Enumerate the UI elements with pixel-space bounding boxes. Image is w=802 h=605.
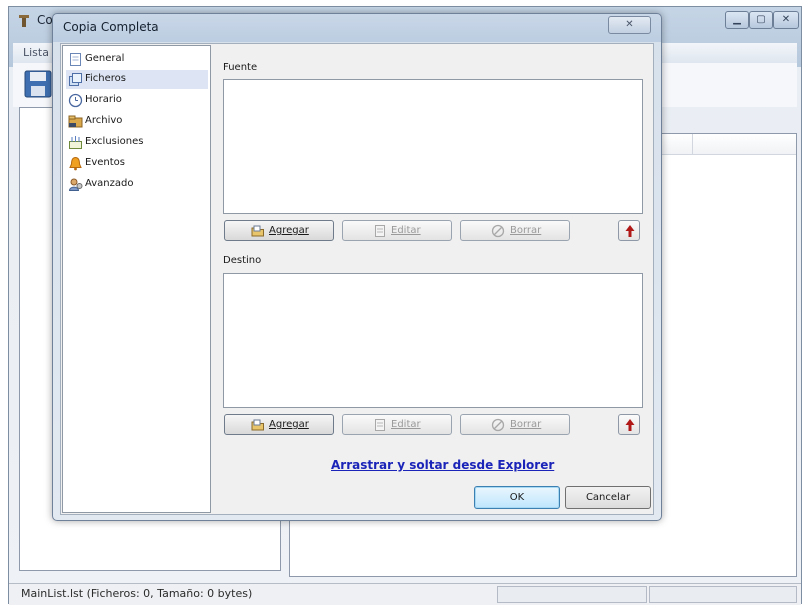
button-label: Agregar [269,225,309,236]
files-icon [69,73,82,86]
button-label: Borrar [510,419,542,430]
source-move-up-button[interactable] [618,220,640,241]
nav-item-horario[interactable]: Horario [66,91,208,110]
nav-label: Horario [85,94,122,105]
ok-button[interactable]: OK [474,486,560,509]
app-icon [19,15,29,27]
floppy-disk-icon[interactable] [23,69,53,99]
delete-icon [491,224,505,238]
button-label: Editar [391,225,421,236]
menu-lista[interactable]: Lista [23,46,49,59]
nav-label: Exclusiones [85,136,144,147]
nav-item-archivo[interactable]: Archivo [66,112,208,131]
exclusions-icon [69,136,82,149]
nav-item-ficheros[interactable]: Ficheros [66,70,208,89]
status-bar: MainList.lst (Ficheros: 0, Tamaño: 0 byt… [9,583,801,605]
copia-completa-dialog: Copia Completa ✕ General Ficheros Horari… [52,13,662,521]
dialog-close-button[interactable]: ✕ [608,16,651,34]
button-label: Agregar [269,419,309,430]
destination-delete-button[interactable]: Borrar [460,414,570,435]
nav-label: Ficheros [85,73,127,84]
nav-item-general[interactable]: General [66,50,208,69]
nav-label: Eventos [85,157,125,168]
nav-item-avanzado[interactable]: Avanzado [66,175,208,194]
add-folder-icon [251,225,264,237]
nav-label: General [85,53,125,64]
button-label: Borrar [510,225,542,236]
archive-icon [68,115,83,128]
maximize-button[interactable]: ▢ [749,11,773,29]
source-list[interactable] [223,79,643,214]
nav-item-exclusiones[interactable]: Exclusiones [66,133,208,152]
close-button[interactable]: ✕ [773,11,799,29]
bell-icon [69,156,82,171]
edit-icon [375,225,385,237]
cancel-button[interactable]: Cancelar [565,486,651,509]
drag-drop-explorer-link[interactable]: Arrastrar y soltar desde Explorer [331,458,554,472]
status-text: MainList.lst (Ficheros: 0, Tamaño: 0 byt… [21,587,253,600]
settings-nav: General Ficheros Horario Archivo Exclusi… [62,45,211,513]
destination-edit-button[interactable]: Editar [342,414,452,435]
source-delete-button[interactable]: Borrar [460,220,570,241]
arrow-up-icon [625,225,635,237]
minimize-button[interactable]: ▁ [725,11,749,29]
main-window-title: Co [37,13,53,27]
nav-item-eventos[interactable]: Eventos [66,154,208,173]
dialog-title: Copia Completa [63,20,159,34]
column-divider[interactable] [692,134,693,154]
source-label: Fuente [223,62,258,73]
destination-add-button[interactable]: Agregar [224,414,334,435]
destination-list[interactable] [223,273,643,408]
advanced-icon [68,178,83,191]
source-add-button[interactable]: Agregar [224,220,334,241]
add-folder-icon [251,419,264,431]
nav-label: Avanzado [85,178,134,189]
destination-label: Destino [223,255,262,266]
arrow-up-icon [625,419,635,431]
destination-move-up-button[interactable] [618,414,640,435]
dialog-body: General Ficheros Horario Archivo Exclusi… [60,43,654,515]
source-edit-button[interactable]: Editar [342,220,452,241]
document-icon [70,53,81,66]
edit-icon [375,419,385,431]
clock-icon [68,93,83,108]
delete-icon [491,418,505,432]
nav-label: Archivo [85,115,123,126]
status-pane [649,586,797,603]
status-pane [497,586,647,603]
button-label: Editar [391,419,421,430]
